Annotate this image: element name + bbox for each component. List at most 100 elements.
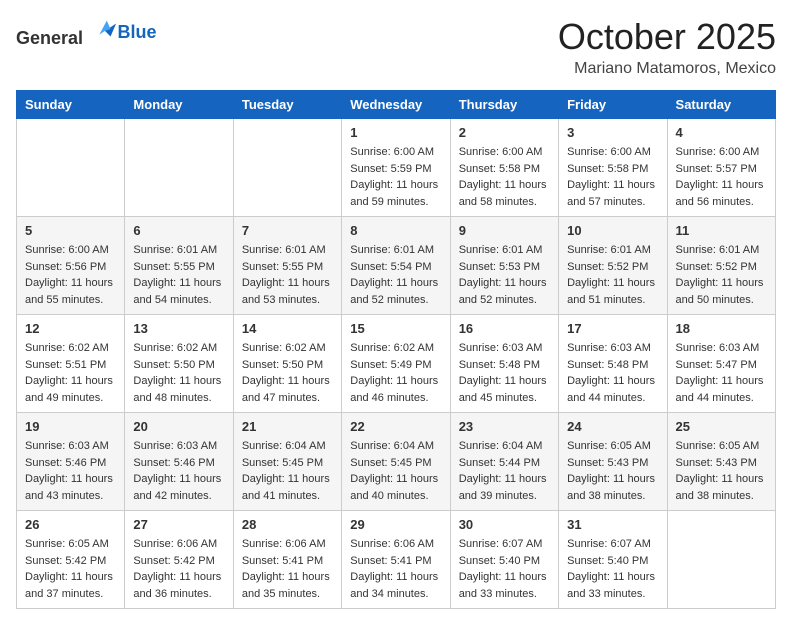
day-cell: [17, 119, 125, 217]
cell-content: Sunrise: 6:05 AMSunset: 5:42 PMDaylight:…: [25, 536, 116, 602]
cell-content: Sunrise: 6:02 AMSunset: 5:51 PMDaylight:…: [25, 340, 116, 406]
day-cell: 3Sunrise: 6:00 AMSunset: 5:58 PMDaylight…: [559, 119, 667, 217]
cell-content: Sunrise: 6:01 AMSunset: 5:52 PMDaylight:…: [676, 242, 767, 308]
logo: General Blue: [16, 16, 157, 49]
week-row-2: 5 Sunrise: 6:00 AMSunset: 5:56 PMDaylight…: [17, 217, 776, 315]
cell-content: Sunrise: 6:05 AMSunset: 5:43 PMDaylight:…: [676, 438, 767, 504]
cell-content: Sunrise: 6:03 AMSunset: 5:46 PMDaylight:…: [25, 438, 116, 504]
day-cell: 20 Sunrise: 6:03 AMSunset: 5:46 PMDayligh…: [125, 413, 233, 511]
day-number: 10: [567, 223, 658, 238]
day-cell: [667, 511, 775, 609]
day-number: 12: [25, 321, 116, 336]
logo-text-blue: Blue: [118, 22, 157, 42]
day-cell: 1Sunrise: 6:00 AMSunset: 5:59 PMDaylight…: [342, 119, 450, 217]
cell-content: Sunrise: 6:00 AMSunset: 5:58 PMDaylight:…: [459, 144, 550, 210]
day-number: 5: [25, 223, 116, 238]
cell-content: Sunrise: 6:05 AMSunset: 5:43 PMDaylight:…: [567, 438, 658, 504]
day-number: 30: [459, 517, 550, 532]
day-number: 21: [242, 419, 333, 434]
cell-content: Sunrise: 6:04 AMSunset: 5:44 PMDaylight:…: [459, 438, 550, 504]
day-number: 24: [567, 419, 658, 434]
day-cell: 5 Sunrise: 6:00 AMSunset: 5:56 PMDaylight…: [17, 217, 125, 315]
cell-content: Sunrise: 6:07 AMSunset: 5:40 PMDaylight:…: [567, 536, 658, 602]
cell-content: Sunrise: 6:03 AMSunset: 5:48 PMDaylight:…: [567, 340, 658, 406]
cell-content: Sunrise: 6:06 AMSunset: 5:42 PMDaylight:…: [133, 536, 224, 602]
header-cell-wednesday: Wednesday: [342, 91, 450, 119]
logo-bird-icon: [90, 16, 118, 44]
day-cell: 7 Sunrise: 6:01 AMSunset: 5:55 PMDaylight…: [233, 217, 341, 315]
header-cell-monday: Monday: [125, 91, 233, 119]
day-number: 31: [567, 517, 658, 532]
header-cell-saturday: Saturday: [667, 91, 775, 119]
day-cell: 25 Sunrise: 6:05 AMSunset: 5:43 PMDayligh…: [667, 413, 775, 511]
calendar-table: SundayMondayTuesdayWednesdayThursdayFrid…: [16, 90, 776, 609]
day-cell: [233, 119, 341, 217]
day-cell: 14 Sunrise: 6:02 AMSunset: 5:50 PMDayligh…: [233, 315, 341, 413]
day-cell: 2Sunrise: 6:00 AMSunset: 5:58 PMDaylight…: [450, 119, 558, 217]
day-number: 18: [676, 321, 767, 336]
cell-content: Sunrise: 6:03 AMSunset: 5:48 PMDaylight:…: [459, 340, 550, 406]
day-number: 25: [676, 419, 767, 434]
header-cell-thursday: Thursday: [450, 91, 558, 119]
cell-content: Sunrise: 6:00 AMSunset: 5:56 PMDaylight:…: [25, 242, 116, 308]
day-cell: 26 Sunrise: 6:05 AMSunset: 5:42 PMDayligh…: [17, 511, 125, 609]
day-cell: 12 Sunrise: 6:02 AMSunset: 5:51 PMDayligh…: [17, 315, 125, 413]
cell-content: Sunrise: 6:01 AMSunset: 5:55 PMDaylight:…: [133, 242, 224, 308]
day-number: 4: [676, 125, 767, 140]
day-cell: 31 Sunrise: 6:07 AMSunset: 5:40 PMDayligh…: [559, 511, 667, 609]
day-number: 13: [133, 321, 224, 336]
cell-content: Sunrise: 6:02 AMSunset: 5:50 PMDaylight:…: [133, 340, 224, 406]
day-cell: 17Sunrise: 6:03 AMSunset: 5:48 PMDayligh…: [559, 315, 667, 413]
day-number: 26: [25, 517, 116, 532]
day-cell: 24 Sunrise: 6:05 AMSunset: 5:43 PMDayligh…: [559, 413, 667, 511]
day-number: 6: [133, 223, 224, 238]
day-cell: 8 Sunrise: 6:01 AMSunset: 5:54 PMDaylight…: [342, 217, 450, 315]
day-cell: 27 Sunrise: 6:06 AMSunset: 5:42 PMDayligh…: [125, 511, 233, 609]
header-cell-sunday: Sunday: [17, 91, 125, 119]
day-number: 28: [242, 517, 333, 532]
subtitle: Mariano Matamoros, Mexico: [558, 60, 776, 78]
week-row-1: 1Sunrise: 6:00 AMSunset: 5:59 PMDaylight…: [17, 119, 776, 217]
cell-content: Sunrise: 6:03 AMSunset: 5:46 PMDaylight:…: [133, 438, 224, 504]
day-cell: 16 Sunrise: 6:03 AMSunset: 5:48 PMDayligh…: [450, 315, 558, 413]
header-cell-tuesday: Tuesday: [233, 91, 341, 119]
day-cell: [125, 119, 233, 217]
week-row-4: 19 Sunrise: 6:03 AMSunset: 5:46 PMDayligh…: [17, 413, 776, 511]
cell-content: Sunrise: 6:03 AMSunset: 5:47 PMDaylight:…: [676, 340, 767, 406]
cell-content: Sunrise: 6:01 AMSunset: 5:53 PMDaylight:…: [459, 242, 550, 308]
day-number: 3: [567, 125, 658, 140]
header-row: SundayMondayTuesdayWednesdayThursdayFrid…: [17, 91, 776, 119]
day-number: 19: [25, 419, 116, 434]
day-cell: 15Sunrise: 6:02 AMSunset: 5:49 PMDayligh…: [342, 315, 450, 413]
day-cell: 29Sunrise: 6:06 AMSunset: 5:41 PMDayligh…: [342, 511, 450, 609]
day-cell: 23Sunrise: 6:04 AMSunset: 5:44 PMDayligh…: [450, 413, 558, 511]
day-number: 11: [676, 223, 767, 238]
cell-content: Sunrise: 6:02 AMSunset: 5:49 PMDaylight:…: [350, 340, 441, 406]
day-cell: 22 Sunrise: 6:04 AMSunset: 5:45 PMDayligh…: [342, 413, 450, 511]
day-number: 14: [242, 321, 333, 336]
cell-content: Sunrise: 6:00 AMSunset: 5:59 PMDaylight:…: [350, 144, 441, 210]
cell-content: Sunrise: 6:04 AMSunset: 5:45 PMDaylight:…: [242, 438, 333, 504]
day-number: 29: [350, 517, 441, 532]
cell-content: Sunrise: 6:00 AMSunset: 5:57 PMDaylight:…: [676, 144, 767, 210]
header-cell-friday: Friday: [559, 91, 667, 119]
day-number: 20: [133, 419, 224, 434]
day-number: 7: [242, 223, 333, 238]
day-cell: 4 Sunrise: 6:00 AMSunset: 5:57 PMDaylight…: [667, 119, 775, 217]
day-number: 16: [459, 321, 550, 336]
day-number: 22: [350, 419, 441, 434]
day-number: 27: [133, 517, 224, 532]
day-cell: 13 Sunrise: 6:02 AMSunset: 5:50 PMDayligh…: [125, 315, 233, 413]
cell-content: Sunrise: 6:02 AMSunset: 5:50 PMDaylight:…: [242, 340, 333, 406]
cell-content: Sunrise: 6:07 AMSunset: 5:40 PMDaylight:…: [459, 536, 550, 602]
cell-content: Sunrise: 6:01 AMSunset: 5:54 PMDaylight:…: [350, 242, 441, 308]
cell-content: Sunrise: 6:01 AMSunset: 5:52 PMDaylight:…: [567, 242, 658, 308]
cell-content: Sunrise: 6:06 AMSunset: 5:41 PMDaylight:…: [242, 536, 333, 602]
day-cell: 21 Sunrise: 6:04 AMSunset: 5:45 PMDayligh…: [233, 413, 341, 511]
logo-text-general: General: [16, 28, 83, 48]
cell-content: Sunrise: 6:01 AMSunset: 5:55 PMDaylight:…: [242, 242, 333, 308]
day-cell: 19 Sunrise: 6:03 AMSunset: 5:46 PMDayligh…: [17, 413, 125, 511]
day-cell: 18 Sunrise: 6:03 AMSunset: 5:47 PMDayligh…: [667, 315, 775, 413]
day-number: 8: [350, 223, 441, 238]
cell-content: Sunrise: 6:04 AMSunset: 5:45 PMDaylight:…: [350, 438, 441, 504]
